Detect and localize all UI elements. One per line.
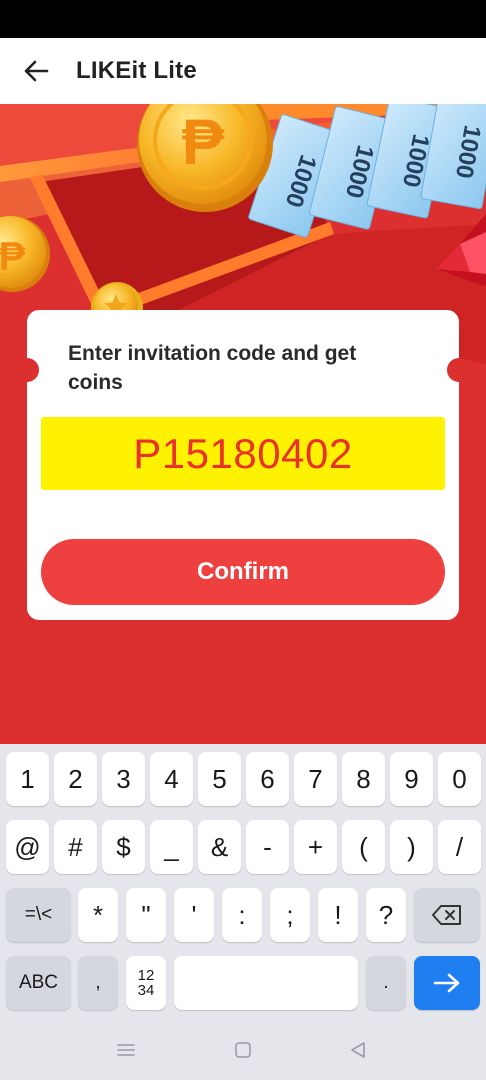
app-header: LIKEit Lite (0, 38, 486, 104)
square-home-icon (235, 1042, 251, 1058)
backspace-key[interactable] (414, 888, 480, 942)
key-close-paren[interactable]: ) (390, 820, 433, 874)
page-title: LIKEit Lite (76, 57, 197, 84)
side-coin: ₱ (0, 216, 50, 292)
key-at[interactable]: @ (6, 820, 49, 874)
card-notch (15, 358, 39, 382)
nav-menu-button[interactable] (114, 1038, 138, 1062)
key-underscore[interactable]: _ (150, 820, 193, 874)
key-single-quote[interactable]: ' (174, 888, 214, 942)
backspace-icon (432, 905, 461, 925)
invite-prompt: Enter invitation code and get coins (68, 342, 357, 394)
invitation-code-field[interactable]: P15180402 (41, 417, 445, 490)
space-key[interactable] (174, 956, 358, 1010)
numpad-label-bottom: 34 (137, 982, 155, 999)
key-5[interactable]: 5 (198, 752, 241, 806)
key-dollar[interactable]: $ (102, 820, 145, 874)
key-colon[interactable]: : (222, 888, 262, 942)
key-period[interactable]: . (366, 956, 406, 1010)
key-9[interactable]: 9 (390, 752, 433, 806)
key-3[interactable]: 3 (102, 752, 145, 806)
key-0[interactable]: 0 (438, 752, 481, 806)
key-minus[interactable]: - (246, 820, 289, 874)
key-plus[interactable]: + (294, 820, 337, 874)
svg-text:₱: ₱ (0, 235, 26, 279)
nav-back-button[interactable] (346, 1038, 370, 1062)
key-asterisk[interactable]: * (78, 888, 118, 942)
numpad-label-top: 12 (137, 967, 155, 984)
nav-home-button[interactable] (231, 1038, 255, 1062)
symbols-shift-key[interactable]: =\< (6, 888, 71, 942)
promo-banner: 1000 1000 1000 1000 ₱ ₱ Enter invitation… (0, 104, 486, 744)
back-button[interactable] (0, 38, 72, 104)
key-double-quote[interactable]: " (126, 888, 166, 942)
key-semicolon[interactable]: ; (270, 888, 310, 942)
banknote: 1000 1000 1000 1000 (248, 104, 486, 238)
numpad-key[interactable]: 12 34 (126, 956, 166, 1010)
key-8[interactable]: 8 (342, 752, 385, 806)
key-4[interactable]: 4 (150, 752, 193, 806)
confirm-button[interactable]: Confirm (41, 539, 445, 605)
arrow-left-icon (24, 60, 49, 82)
key-slash[interactable]: / (438, 820, 481, 874)
menu-icon (117, 1044, 135, 1056)
triangle-back-icon (351, 1042, 365, 1058)
key-2[interactable]: 2 (54, 752, 97, 806)
card-notch (447, 358, 471, 382)
key-open-paren[interactable]: ( (342, 820, 385, 874)
key-exclamation[interactable]: ! (318, 888, 358, 942)
svg-text:₱: ₱ (182, 106, 225, 178)
status-bar (0, 0, 486, 38)
keyboard: 1 2 3 4 5 6 7 8 9 0 @ # $ _ & - + ( ) / … (0, 744, 486, 1020)
key-question[interactable]: ? (366, 888, 406, 942)
key-1[interactable]: 1 (6, 752, 49, 806)
arrow-right-icon (433, 973, 460, 993)
enter-key[interactable] (414, 956, 480, 1010)
key-6[interactable]: 6 (246, 752, 289, 806)
key-ampersand[interactable]: & (198, 820, 241, 874)
key-hash[interactable]: # (54, 820, 97, 874)
abc-key[interactable]: ABC (6, 956, 71, 1010)
system-nav-bar (0, 1020, 486, 1080)
key-comma[interactable]: , (78, 956, 118, 1010)
invite-card: Enter invitation code and get coins P151… (15, 310, 471, 620)
key-7[interactable]: 7 (294, 752, 337, 806)
